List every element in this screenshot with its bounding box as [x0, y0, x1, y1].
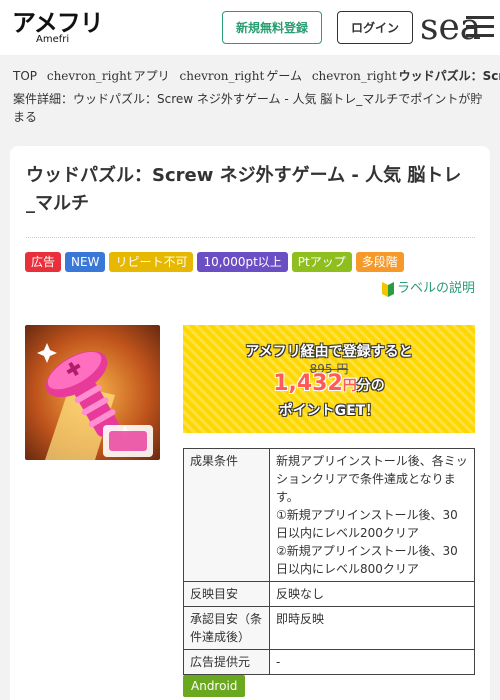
table-key: 承認目安（条件達成後） [183, 606, 270, 650]
logo-subtext: Amefri [36, 34, 70, 45]
beginner-mark-icon [381, 281, 394, 297]
badge-10000pt: 10,000pt以上 [197, 252, 288, 272]
table-row: 成果条件 新規アプリインストール後、各ミッションクリアで条件達成となります。 ①… [183, 448, 475, 582]
chevron-right-icon: chevron_right [179, 69, 265, 83]
badge-new: NEW [65, 252, 106, 272]
table-value: 反映なし [269, 581, 475, 607]
amefri-logo[interactable]: アメフリ Amefri [12, 8, 104, 48]
offer-title: ウッドパズル：Screw ネジ外すゲーム - 人気 脳トレ_マルチ [26, 165, 462, 214]
badge-multi-stage: 多段階 [355, 252, 404, 272]
breadcrumb-games[interactable]: ゲーム [266, 69, 302, 83]
table-row: 反映目安 反映なし [183, 581, 475, 607]
table-row: 承認目安（条件達成後） 即時反映 [183, 606, 475, 650]
badge-no-repeat: リピート不可 [109, 252, 194, 272]
promo-banner: アメフリ経由で登録すると 895 円 1,432円分の ポイントGET！ [183, 325, 475, 433]
promo-points-value: 1,432 [273, 371, 343, 396]
app-icon-image [25, 325, 160, 460]
site-header: アメフリ Amefri 新規無料登録 ログイン search [0, 0, 500, 55]
table-value: 即時反映 [269, 606, 475, 650]
table-key: 反映目安 [183, 581, 270, 607]
promo-points-unit: 円 [342, 378, 357, 394]
login-button[interactable]: ログイン [337, 11, 413, 44]
badge-ad: 広告 [25, 252, 62, 272]
hamburger-menu-icon[interactable] [466, 16, 494, 38]
offer-detail-caption: 案件詳細：ウッドパズル：Screw ネジ外すゲーム - 人気 脳トレ_マルチでポ… [13, 92, 483, 124]
badge-pt-up: Ptアップ [291, 252, 352, 272]
condition-text: 新規アプリインストール後、各ミッションクリアで条件達成となります。 ①新規アプリ… [276, 454, 468, 576]
breadcrumb-top[interactable]: TOP [13, 69, 37, 83]
breadcrumb-current: ウッドパズル：Screw ネジ外すゲーム - 人気 脳トレ_マルチ [398, 69, 500, 83]
promo-points: 1,432円分の [183, 371, 475, 396]
table-key: 広告提供元 [183, 649, 270, 675]
breadcrumb: TOP chevron_right アプリ chevron_right ゲーム ch… [13, 66, 500, 86]
chevron-right-icon: chevron_right [46, 69, 132, 83]
table-key: 成果条件 [183, 448, 270, 582]
offer-info-table: 成果条件 新規アプリインストール後、各ミッションクリアで条件達成となります。 ①… [183, 448, 475, 675]
android-badge: Android [183, 675, 246, 697]
promo-headline: アメフリ経由で登録すると [245, 344, 413, 360]
breadcrumb-apps[interactable]: アプリ [134, 69, 170, 83]
chevron-right-icon: chevron_right [311, 69, 397, 83]
offer-badges: 広告 NEW リピート不可 10,000pt以上 Ptアップ 多段階 [25, 252, 404, 272]
offer-card: ウッドパズル：Screw ネジ外すゲーム - 人気 脳トレ_マルチ 広告 NEW… [10, 146, 490, 700]
register-button[interactable]: 新規無料登録 [222, 11, 322, 44]
label-help-text: ラベルの説明 [396, 281, 475, 296]
table-value: 新規アプリインストール後、各ミッションクリアで条件達成となります。 ①新規アプリ… [269, 448, 475, 582]
table-row: 広告提供元 - [183, 649, 475, 675]
promo-points-suffix: 分の [356, 378, 385, 394]
table-value: - [269, 649, 475, 675]
divider [26, 237, 475, 238]
promo-get-text: ポイントGET！ [278, 403, 380, 419]
label-help-link[interactable]: ラベルの説明 [381, 280, 475, 298]
